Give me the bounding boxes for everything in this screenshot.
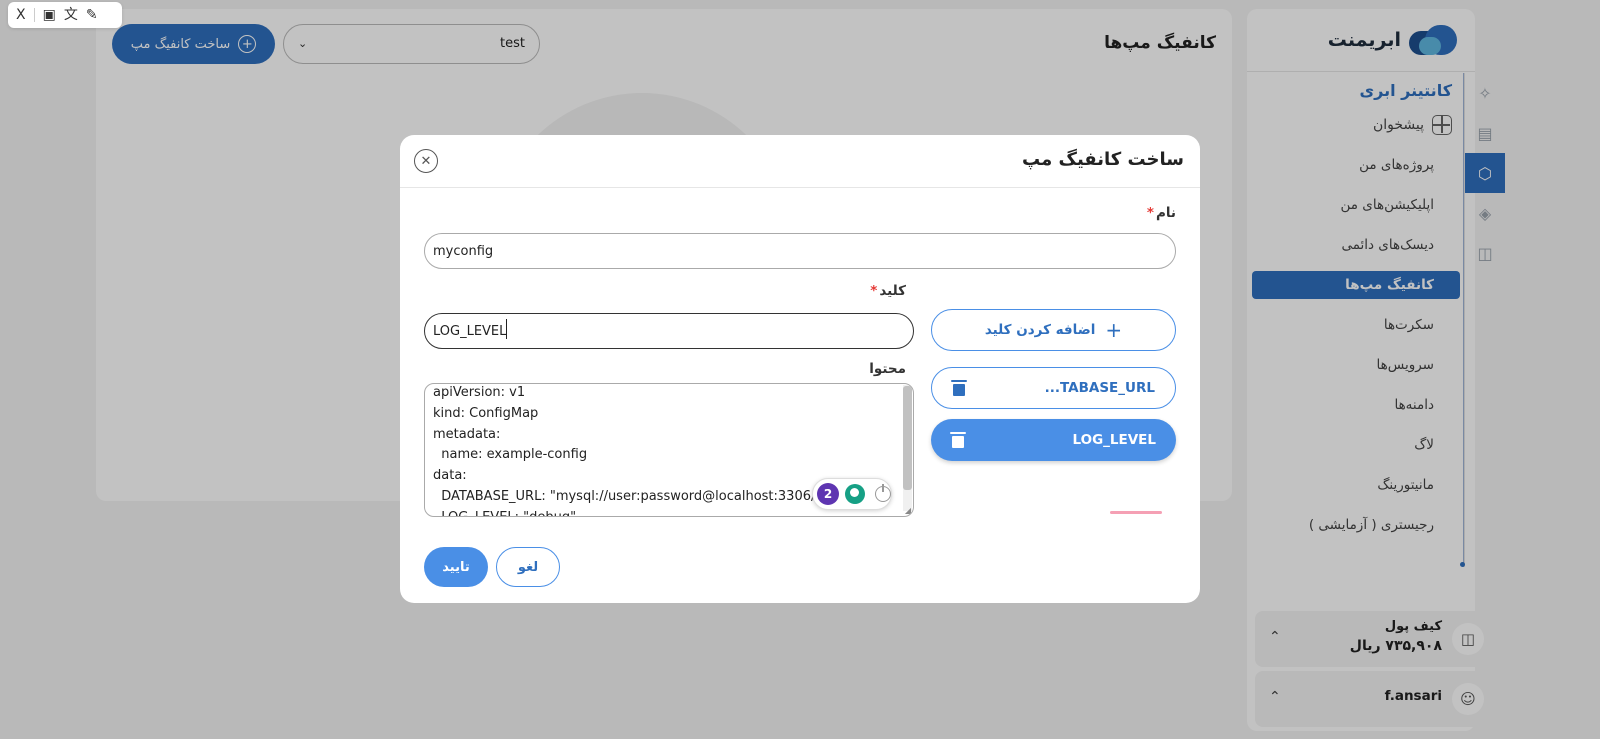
resize-handle-icon[interactable]: ◢ [905, 507, 911, 515]
lightbulb-icon[interactable] [845, 484, 865, 504]
x-logo-icon[interactable]: X [16, 8, 26, 22]
key-label: کلید* [870, 283, 906, 299]
name-input[interactable] [424, 233, 1176, 269]
add-key-label: اضافه کردن کلید [984, 322, 1096, 338]
toolbar-separator [33, 8, 35, 22]
trash-icon[interactable] [950, 432, 966, 448]
plus-icon: + [1105, 318, 1123, 342]
power-icon[interactable] [875, 484, 891, 502]
translate-icon[interactable]: 文 [64, 8, 78, 22]
cancel-button[interactable]: لغو [496, 547, 560, 587]
content-label: محتوا [869, 361, 906, 377]
confirm-button[interactable]: تایید [424, 547, 488, 587]
required-mark: * [870, 283, 878, 299]
name-label-text: نام [1155, 205, 1176, 221]
close-icon[interactable]: ✕ [414, 149, 438, 173]
book-icon[interactable]: ▣ [43, 8, 56, 22]
add-key-button[interactable]: + اضافه کردن کلید [931, 309, 1176, 351]
decorative-line [1110, 511, 1162, 514]
required-mark: * [1146, 205, 1154, 221]
modal-title: ساخت کانفیگ مپ [1022, 149, 1184, 170]
text-caret [506, 319, 507, 339]
key-label-text: کلید [879, 283, 906, 299]
key-item-selected[interactable]: LOG_LEVEL [931, 419, 1176, 461]
modal-header: ساخت کانفیگ مپ ✕ [400, 135, 1200, 188]
create-configmap-modal: ساخت کانفیگ مپ ✕ نام* محتوا apiVersion: … [400, 135, 1200, 603]
key-item-label: TABASE_URL... [1044, 380, 1155, 396]
assistant-widget[interactable]: 2 [812, 478, 892, 510]
highlight-icon[interactable]: ✎ [86, 8, 98, 22]
trash-icon[interactable] [951, 380, 967, 396]
notification-badge[interactable]: 2 [817, 483, 839, 505]
name-label: نام* [1147, 205, 1176, 221]
key-item-label: LOG_LEVEL [1072, 432, 1156, 448]
extension-toolbar: X ▣ 文 ✎ [8, 2, 122, 28]
key-item[interactable]: TABASE_URL... [931, 367, 1176, 409]
scrollbar-thumb[interactable] [903, 386, 912, 490]
key-input[interactable] [424, 313, 914, 349]
